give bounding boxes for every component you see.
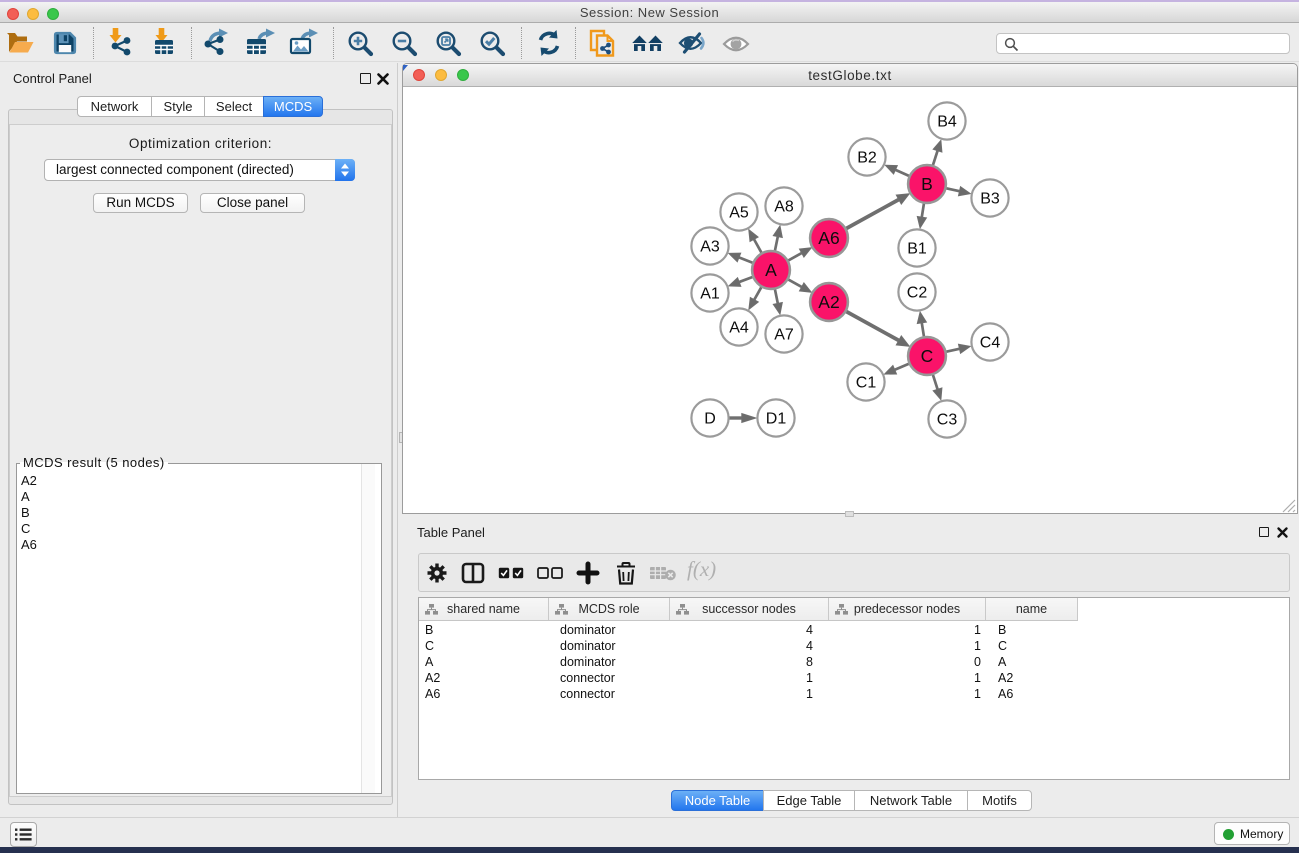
- svg-text:C: C: [921, 346, 934, 366]
- svg-text:A8: A8: [774, 199, 794, 216]
- svg-text:C4: C4: [980, 335, 1001, 352]
- svg-text:C1: C1: [856, 375, 877, 392]
- svg-text:A7: A7: [774, 327, 794, 344]
- svg-text:C3: C3: [937, 412, 958, 429]
- svg-text:B1: B1: [907, 241, 927, 258]
- svg-text:B3: B3: [980, 191, 1000, 208]
- svg-text:B2: B2: [857, 150, 877, 167]
- svg-text:D: D: [704, 411, 716, 428]
- svg-text:A3: A3: [700, 239, 720, 256]
- svg-text:A5: A5: [729, 205, 749, 222]
- svg-text:A: A: [765, 260, 777, 280]
- svg-text:A4: A4: [729, 320, 749, 337]
- svg-text:A6: A6: [818, 228, 839, 248]
- svg-text:B: B: [921, 174, 933, 194]
- svg-text:D1: D1: [766, 411, 787, 428]
- svg-text:C2: C2: [907, 285, 928, 302]
- svg-text:A2: A2: [818, 292, 839, 312]
- svg-text:A1: A1: [700, 286, 720, 303]
- svg-text:B4: B4: [937, 114, 957, 131]
